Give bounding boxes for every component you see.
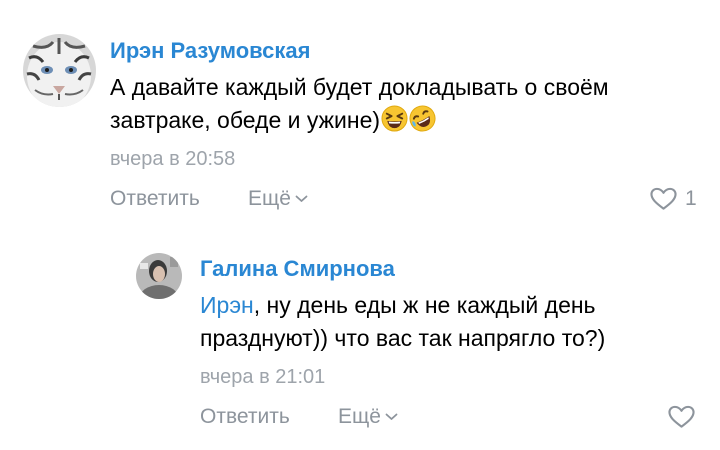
comment-timestamp: вчера в 20:58 [110,148,236,170]
reply-button[interactable]: Ответить [200,405,290,429]
comment-text-line: празднуют)) что вас так напрягло то?) [200,325,606,351]
more-label: Ещё [338,405,381,428]
avatar[interactable] [136,253,182,299]
heart-icon [650,187,677,210]
avatar[interactable] [23,34,96,107]
like-button[interactable] [668,405,695,429]
like-button[interactable]: 1 [650,187,697,211]
more-menu-button[interactable]: Ещё [248,187,308,211]
comment-text-line: А давайте каждый будет докладывать о сво… [110,74,609,100]
user-photo-avatar-icon [136,253,182,299]
chevron-down-icon [295,195,308,202]
comment-text-rest: , ну день еды ж не каждый день [253,292,596,318]
like-count: 1 [685,187,697,210]
comment-text-line: Ирэн, ну день еды ж не каждый день [200,289,605,322]
more-menu-button[interactable]: Ещё [338,405,398,429]
white-tiger-avatar-icon [23,34,96,107]
comment-text: Ирэн, ну день еды ж не каждый день празд… [200,289,605,355]
more-label: Ещё [248,187,291,210]
mention-link[interactable]: Ирэн [200,292,254,318]
comment-text: А давайте каждый будет докладывать о сво… [110,71,609,137]
heart-icon [668,405,695,428]
comment-author[interactable]: Галина Смирнова [200,256,395,282]
comment-timestamp: вчера в 21:01 [200,366,326,388]
reply-button[interactable]: Ответить [110,187,200,211]
comment-author[interactable]: Ирэн Разумовская [110,38,310,64]
comment-text-line: завтраке, обеде и ужине) [110,107,381,133]
chevron-down-icon [385,413,398,420]
grinning-squinting-face-icon [381,105,408,132]
rolling-on-the-floor-laughing-icon [409,105,436,132]
comment-text-line-with-emoji: завтраке, обеде и ужине) [110,104,609,137]
